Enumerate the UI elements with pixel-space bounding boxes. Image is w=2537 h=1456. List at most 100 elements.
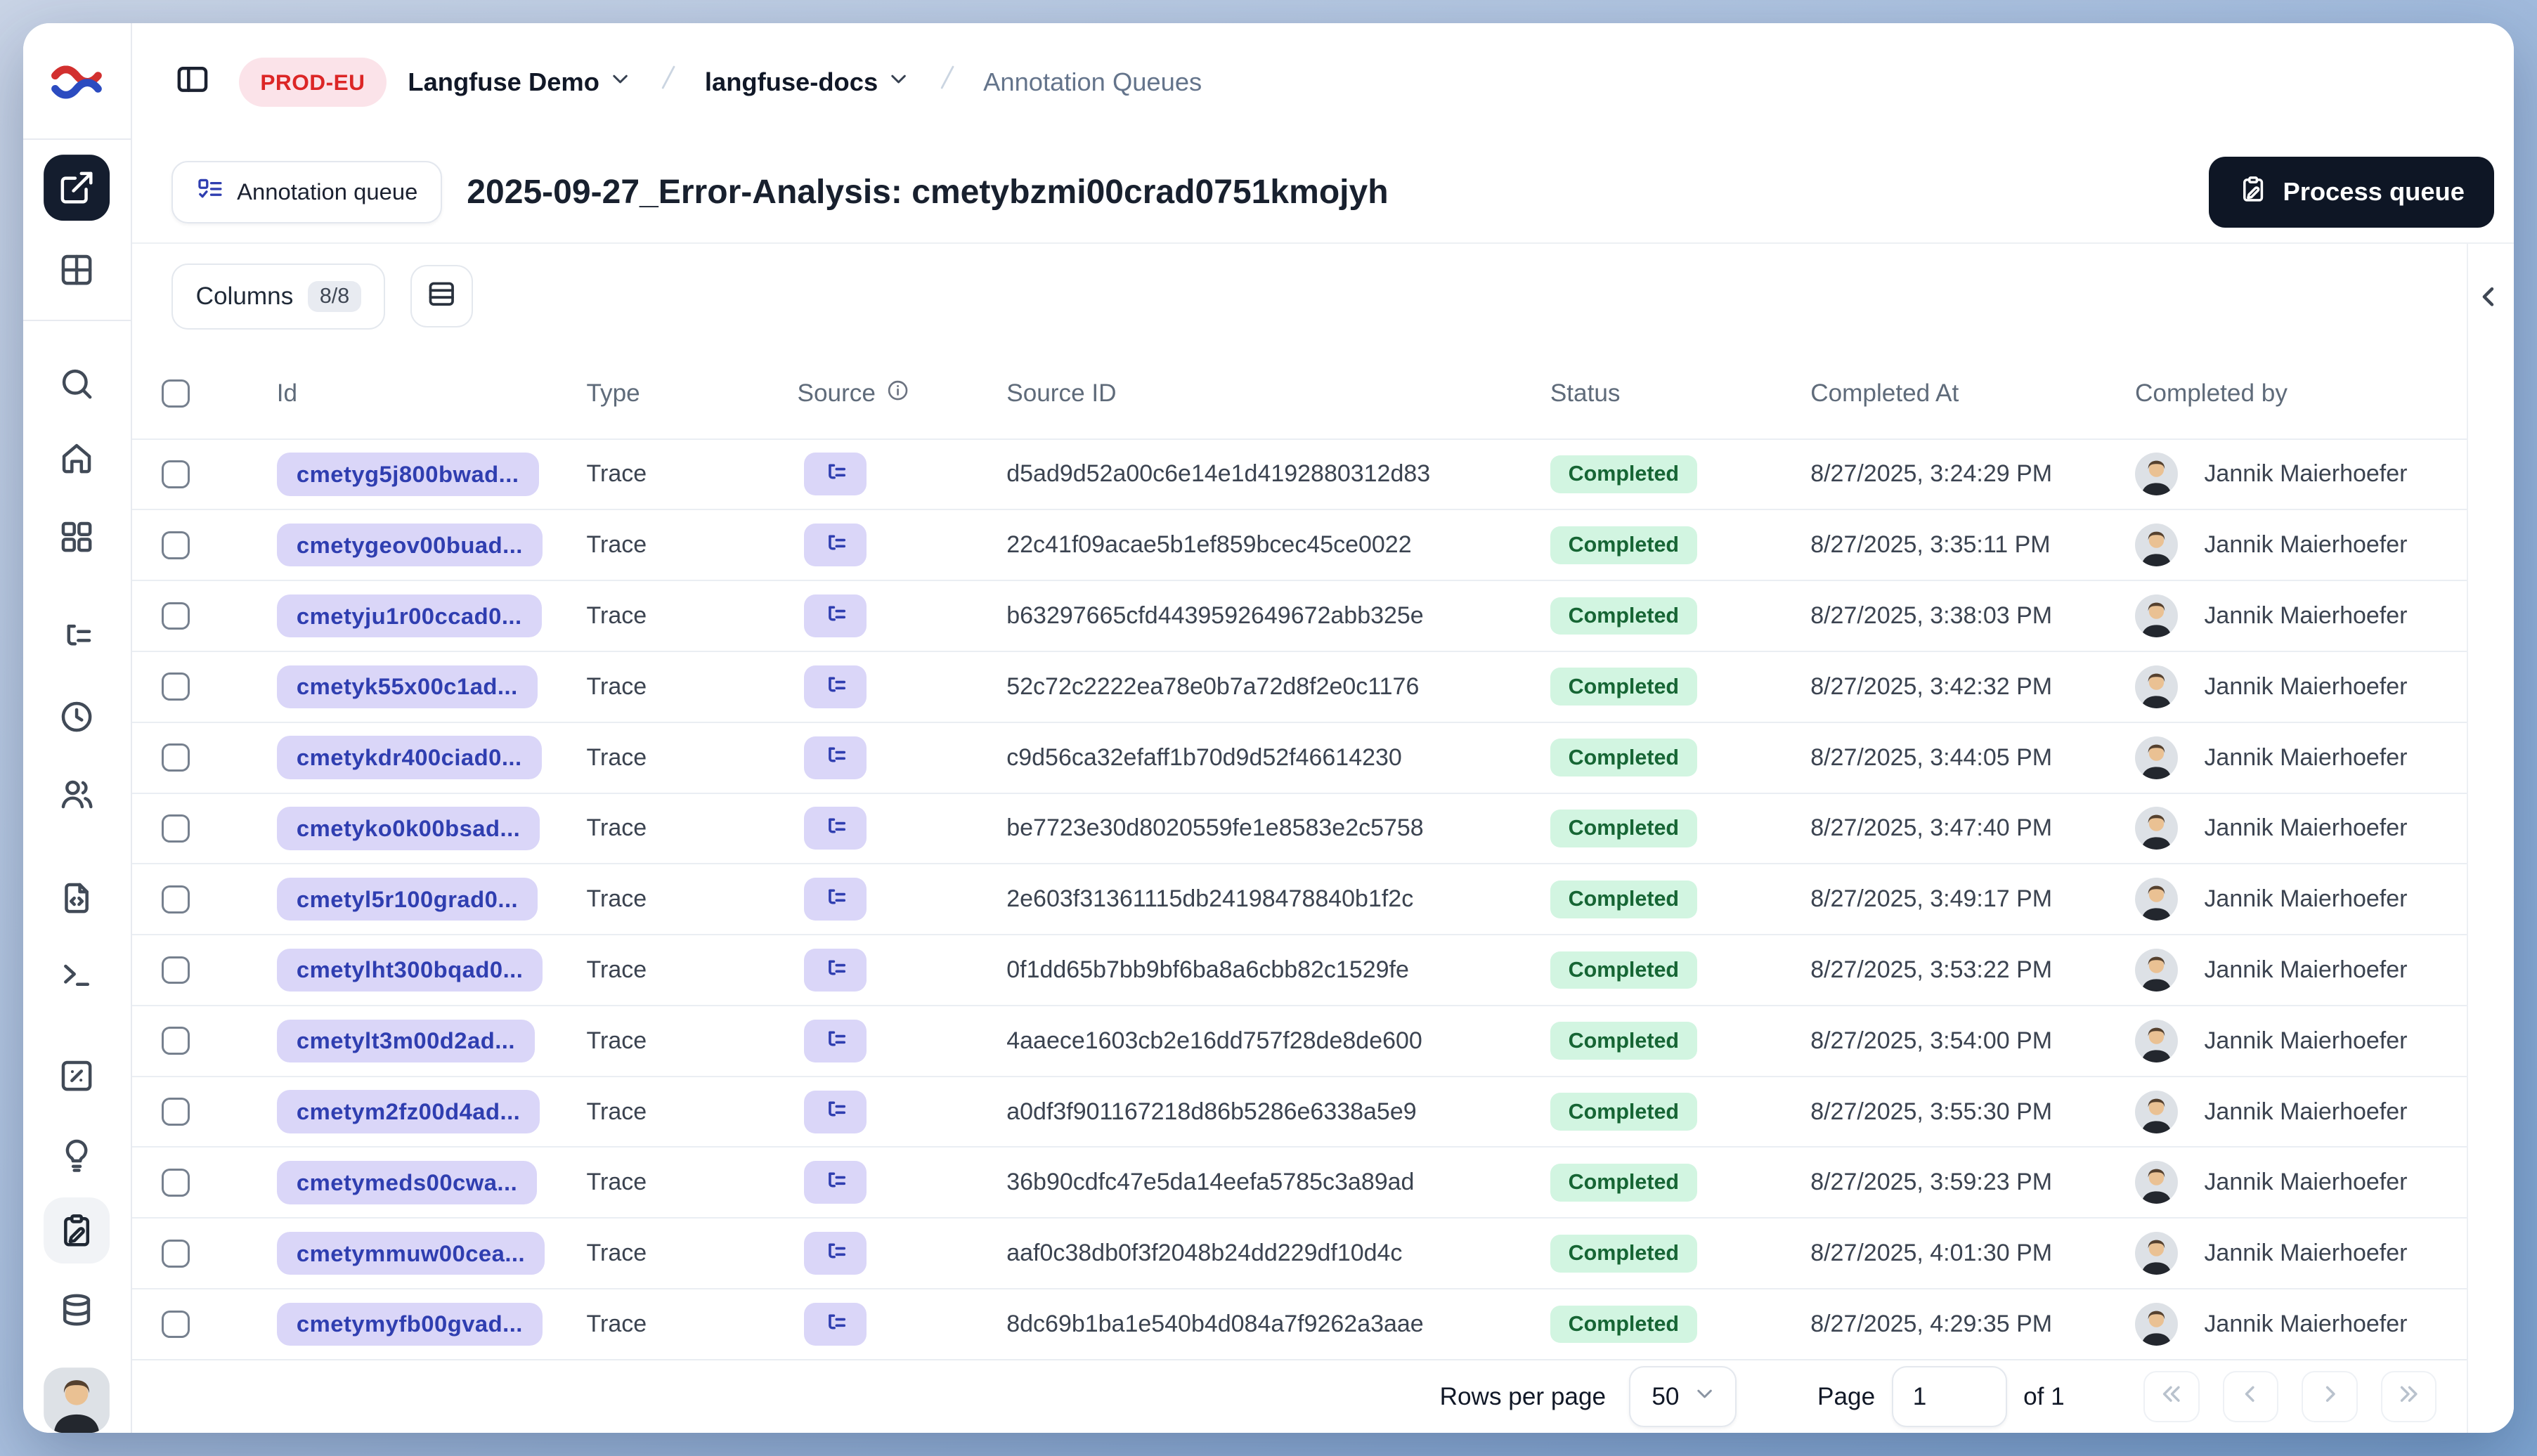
row-checkbox[interactable] — [161, 1310, 190, 1339]
column-header-type[interactable]: Type — [587, 379, 798, 408]
sidebar-toggle-button[interactable] — [168, 58, 217, 107]
table-row[interactable]: cmetylt3m00d2ad... Trace 4aaece1603cb2e1… — [131, 1004, 2467, 1076]
table-row[interactable]: cmetykdr400ciad0... Trace c9d56ca32efaff… — [131, 721, 2467, 793]
breadcrumb-project[interactable]: langfuse-docs — [705, 67, 911, 98]
row-source-trace-icon[interactable] — [803, 1303, 867, 1346]
sidebar-item-users[interactable] — [44, 761, 110, 827]
process-queue-button[interactable]: Process queue — [2209, 156, 2495, 228]
sidebar-item-external-link[interactable] — [44, 155, 110, 221]
previous-page-button[interactable] — [2222, 1371, 2279, 1422]
row-id-badge[interactable]: cmetyl5r100grad0... — [276, 877, 538, 921]
table-row[interactable]: cmetyko0k00bsad... Trace be7723e30d80205… — [131, 792, 2467, 864]
table-row[interactable]: cmetyg5j800bwad... Trace d5ad9d52a00c6e1… — [131, 438, 2467, 509]
sidebar-item-search[interactable] — [44, 351, 110, 417]
row-user-avatar — [2135, 1232, 2178, 1275]
row-user-avatar — [2135, 736, 2178, 779]
sidebar-item-clock[interactable] — [44, 684, 110, 750]
last-page-button[interactable] — [2380, 1371, 2437, 1422]
row-user-avatar — [2135, 665, 2178, 708]
column-header-status[interactable]: Status — [1550, 379, 1810, 408]
row-source-trace-icon[interactable] — [803, 1161, 867, 1204]
row-source-trace-icon[interactable] — [803, 524, 867, 567]
row-checkbox[interactable] — [161, 814, 190, 843]
column-header-completed-at[interactable]: Completed At — [1810, 379, 2135, 408]
row-source-trace-icon[interactable] — [803, 665, 867, 708]
table-row[interactable]: cmetymmuw00cea... Trace aaf0c38db0f3f204… — [131, 1217, 2467, 1288]
row-id-badge[interactable]: cmetyg5j800bwad... — [276, 453, 539, 496]
column-header-id[interactable]: Id — [224, 379, 587, 408]
row-id-badge[interactable]: cmetykdr400ciad0... — [276, 736, 542, 779]
sidebar-item-lightbulb[interactable] — [44, 1122, 110, 1188]
row-id-badge[interactable]: cmetylt3m00d2ad... — [276, 1019, 536, 1062]
sidebar-item-blocks[interactable] — [44, 504, 110, 570]
page-number-input[interactable] — [1891, 1366, 2007, 1428]
row-source-trace-icon[interactable] — [803, 949, 867, 992]
row-checkbox[interactable] — [161, 602, 190, 630]
sidebar-item-percent-square[interactable] — [44, 1043, 110, 1109]
row-id-badge[interactable]: cmetygeov00buad... — [276, 523, 543, 567]
row-user-avatar — [2135, 524, 2178, 567]
table-row[interactable]: cmetymyfb00gvad... Trace 8dc69b1ba1e540b… — [131, 1288, 2467, 1359]
table-row[interactable]: cmetyl5r100grad0... Trace 2e603f31361115… — [131, 863, 2467, 934]
row-id-badge[interactable]: cmetymyfb00gvad... — [276, 1302, 543, 1346]
row-checkbox[interactable] — [161, 1027, 190, 1055]
rows-icon — [426, 278, 458, 316]
sidebar-item-grid[interactable] — [44, 238, 110, 304]
first-page-button[interactable] — [2143, 1371, 2200, 1422]
row-checkbox[interactable] — [161, 1168, 190, 1197]
environment-badge[interactable]: PROD-EU — [238, 58, 387, 108]
row-id-badge[interactable]: cmetymmuw00cea... — [276, 1231, 545, 1275]
row-id-badge[interactable]: cmetyk55x00c1ad... — [276, 665, 538, 709]
breadcrumb-organization[interactable]: Langfuse Demo — [408, 67, 632, 98]
table-row[interactable]: cmetymeds00cwa... Trace 36b90cdfc47e5da1… — [131, 1146, 2467, 1217]
select-all-checkbox[interactable] — [161, 379, 190, 408]
row-source-trace-icon[interactable] — [803, 807, 867, 850]
row-user-name: Jannik Maierhoefer — [2204, 743, 2408, 771]
table-row[interactable]: cmetygeov00buad... Trace 22c41f09acae5b1… — [131, 509, 2467, 580]
row-source-trace-icon[interactable] — [803, 878, 867, 921]
column-header-source[interactable]: Source — [798, 378, 1007, 409]
sidebar-item-file-code[interactable] — [44, 865, 110, 931]
row-checkbox[interactable] — [161, 460, 190, 488]
row-source-trace-icon[interactable] — [803, 736, 867, 779]
columns-count-badge: 8/8 — [308, 280, 361, 313]
row-user-name: Jannik Maierhoefer — [2204, 672, 2408, 700]
row-checkbox[interactable] — [161, 672, 190, 701]
row-checkbox[interactable] — [161, 743, 190, 772]
row-checkbox[interactable] — [161, 531, 190, 559]
row-status-badge: Completed — [1550, 597, 1697, 635]
row-id-badge[interactable]: cmetyju1r00ccad0... — [276, 594, 542, 638]
sidebar-item-clipboard-pen[interactable] — [44, 1197, 110, 1263]
row-height-button[interactable] — [410, 265, 473, 328]
row-source-trace-icon[interactable] — [803, 453, 867, 496]
column-header-completed-by[interactable]: Completed by — [2135, 379, 2467, 408]
columns-button[interactable]: Columns 8/8 — [171, 264, 386, 330]
row-source-trace-icon[interactable] — [803, 1232, 867, 1275]
sidebar-item-list-tree[interactable] — [44, 606, 110, 672]
row-checkbox[interactable] — [161, 1239, 190, 1268]
next-page-button[interactable] — [2302, 1371, 2358, 1422]
row-source-trace-icon[interactable] — [803, 594, 867, 637]
row-id-badge[interactable]: cmetymeds00cwa... — [276, 1161, 538, 1204]
row-checkbox[interactable] — [161, 956, 190, 984]
table-row[interactable]: cmetyk55x00c1ad... Trace 52c72c2222ea78e… — [131, 650, 2467, 722]
sidebar-item-terminal[interactable] — [44, 941, 110, 1007]
sidebar-item-database[interactable] — [44, 1277, 110, 1343]
row-checkbox[interactable] — [161, 885, 190, 914]
collapse-panel-button[interactable] — [2470, 280, 2509, 319]
sidebar-item-home[interactable] — [44, 425, 110, 491]
row-source-trace-icon[interactable] — [803, 1019, 867, 1062]
column-header-source-id[interactable]: Source ID — [1006, 379, 1550, 408]
row-status-badge: Completed — [1550, 526, 1697, 564]
rows-per-page-select[interactable]: 50 — [1628, 1366, 1737, 1428]
row-type: Trace — [586, 531, 647, 559]
table-row[interactable]: cmetym2fz00d4ad... Trace a0df3f901167218… — [131, 1075, 2467, 1147]
user-avatar[interactable] — [44, 1367, 110, 1434]
table-row[interactable]: cmetylht300bqad0... Trace 0f1dd65b7bb9bf… — [131, 934, 2467, 1005]
row-id-badge[interactable]: cmetylht300bqad0... — [276, 948, 543, 992]
row-checkbox[interactable] — [161, 1098, 190, 1126]
row-id-badge[interactable]: cmetyko0k00bsad... — [276, 807, 540, 850]
row-source-trace-icon[interactable] — [803, 1090, 867, 1133]
row-id-badge[interactable]: cmetym2fz00d4ad... — [276, 1090, 540, 1133]
table-row[interactable]: cmetyju1r00ccad0... Trace b63297665cfd44… — [131, 580, 2467, 651]
